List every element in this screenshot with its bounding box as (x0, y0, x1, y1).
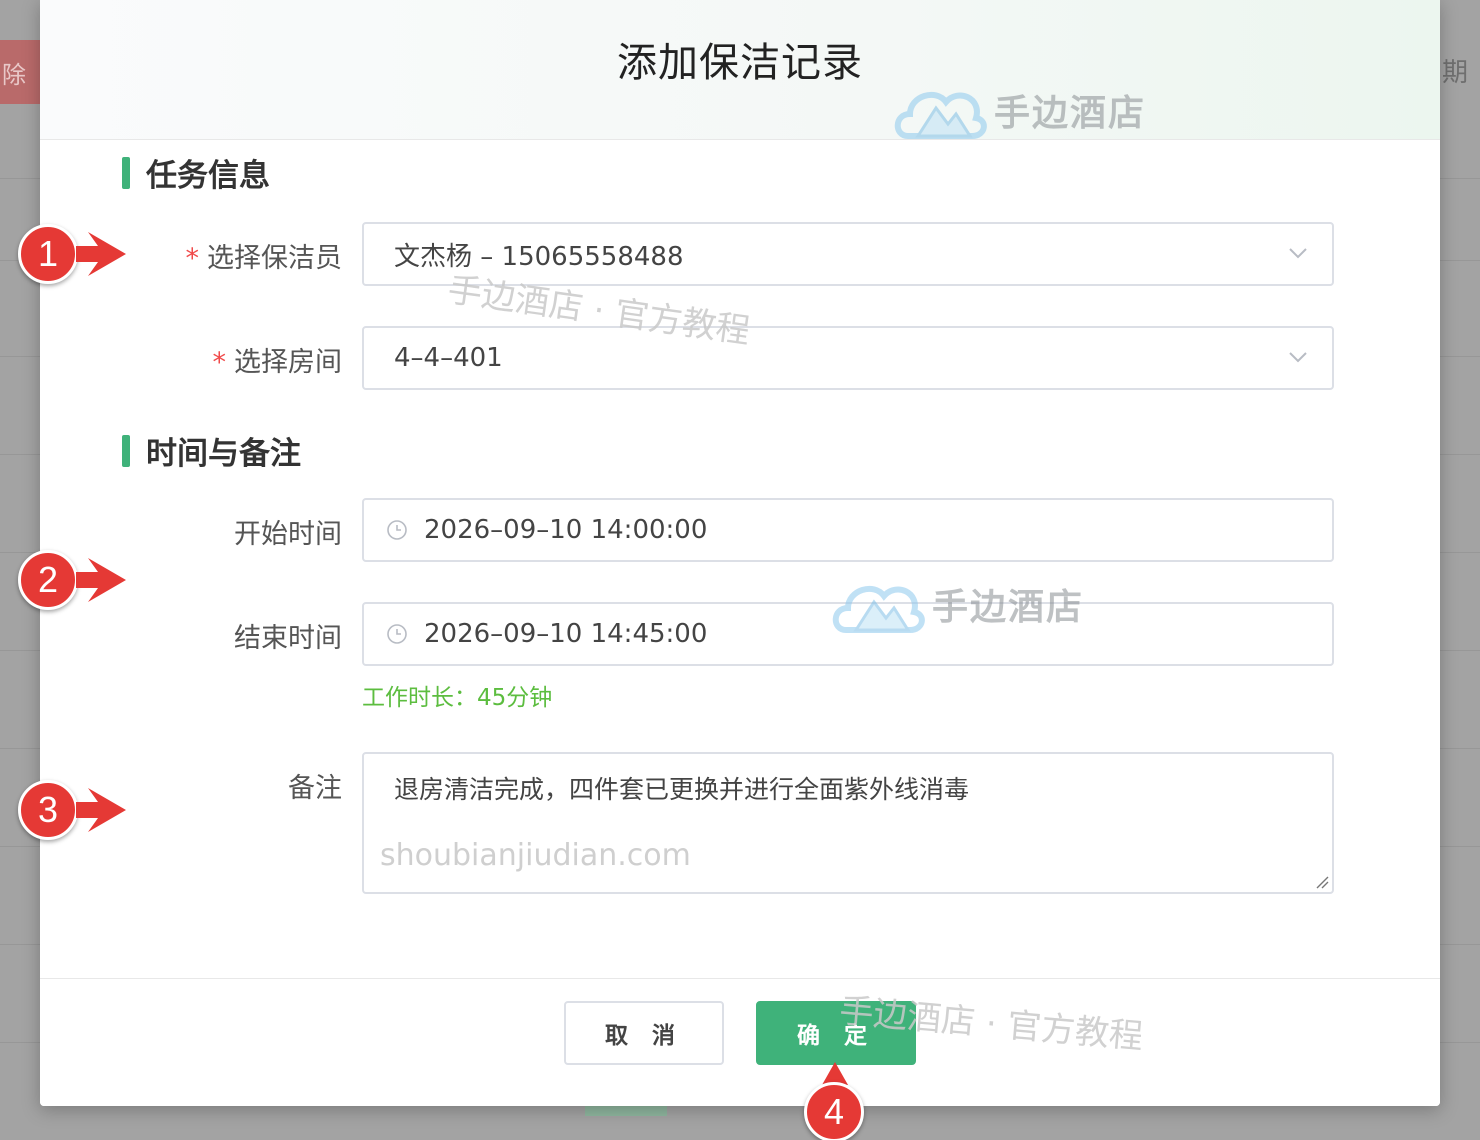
chevron-down-icon (1289, 352, 1307, 363)
dialog-header: 添加保洁记录 (40, 0, 1440, 140)
work-duration-text: 工作时长：45分钟 (362, 685, 553, 711)
end-time-label: 结束时间 (234, 623, 342, 654)
arrow-right-icon (76, 558, 126, 602)
marker-number: 4 (804, 1082, 864, 1140)
dialog-title: 添加保洁记录 (617, 40, 863, 86)
cloud-mountain-logo-icon (894, 91, 987, 139)
resize-handle-icon[interactable] (1313, 873, 1329, 889)
brand-watermark: 手边酒店 (892, 78, 1146, 142)
url-watermark: shoubianjiudian.com (380, 838, 691, 873)
background-delete-button: 除 (0, 40, 40, 104)
room-select[interactable]: 4–4–401 (362, 326, 1334, 390)
marker-number: 3 (18, 780, 78, 840)
cleaner-label: * 选择保洁员 (186, 236, 343, 275)
start-time-value: 2026–09–10 14:00:00 (424, 515, 708, 545)
annotation-marker-1: 1 (18, 224, 128, 284)
cleaner-label-text: 选择保洁员 (207, 243, 342, 274)
section-time-label: 时间与备注 (146, 436, 301, 472)
clock-icon (387, 624, 407, 644)
brand-watermark-text: 手边酒店 (932, 587, 1085, 628)
cleaner-select-value: 文杰杨 – 15065558488 (394, 241, 684, 272)
section-accent-bar (122, 434, 130, 467)
section-accent-bar (122, 156, 130, 189)
room-label-text: 选择房间 (234, 347, 342, 378)
end-time-value: 2026–09–10 14:45:00 (424, 619, 708, 649)
required-mark: * (185, 243, 200, 274)
remark-label: 备注 (288, 773, 342, 804)
marker-number: 1 (18, 224, 78, 284)
section-task-label: 任务信息 (146, 158, 270, 194)
add-cleaning-record-dialog: 添加保洁记录 手边酒店 任务信息 * 选择保洁员 文杰杨 – 1506555848… (40, 0, 1440, 1106)
background-column-header: 期 (1441, 58, 1468, 88)
section-title-time: 时间与备注 (122, 428, 301, 473)
start-time-picker[interactable]: 2026–09–10 14:00:00 (362, 498, 1334, 562)
required-mark: * (212, 347, 227, 378)
chevron-down-icon (1289, 248, 1307, 259)
room-label: * 选择房间 (213, 340, 343, 379)
cloud-mountain-logo-icon (832, 585, 925, 633)
brand-watermark-text: 手边酒店 (994, 93, 1147, 134)
dialog-footer: 取 消 确 定 手边酒店 · 官方教程 (40, 978, 1440, 1106)
arrow-right-icon (76, 232, 126, 276)
clock-icon (387, 520, 407, 540)
start-time-label: 开始时间 (234, 519, 342, 550)
cancel-button[interactable]: 取 消 (564, 1001, 724, 1065)
arrow-right-icon (76, 788, 126, 832)
room-select-value: 4–4–401 (394, 343, 503, 373)
brand-watermark: 手边酒店 (830, 572, 1084, 636)
section-title-task: 任务信息 (122, 150, 270, 195)
annotation-marker-2: 2 (18, 550, 128, 610)
marker-number: 2 (18, 550, 78, 610)
annotation-marker-3: 3 (18, 780, 128, 840)
remark-value: 退房清洁完成，四件套已更换并进行全面紫外线消毒 (394, 775, 970, 804)
